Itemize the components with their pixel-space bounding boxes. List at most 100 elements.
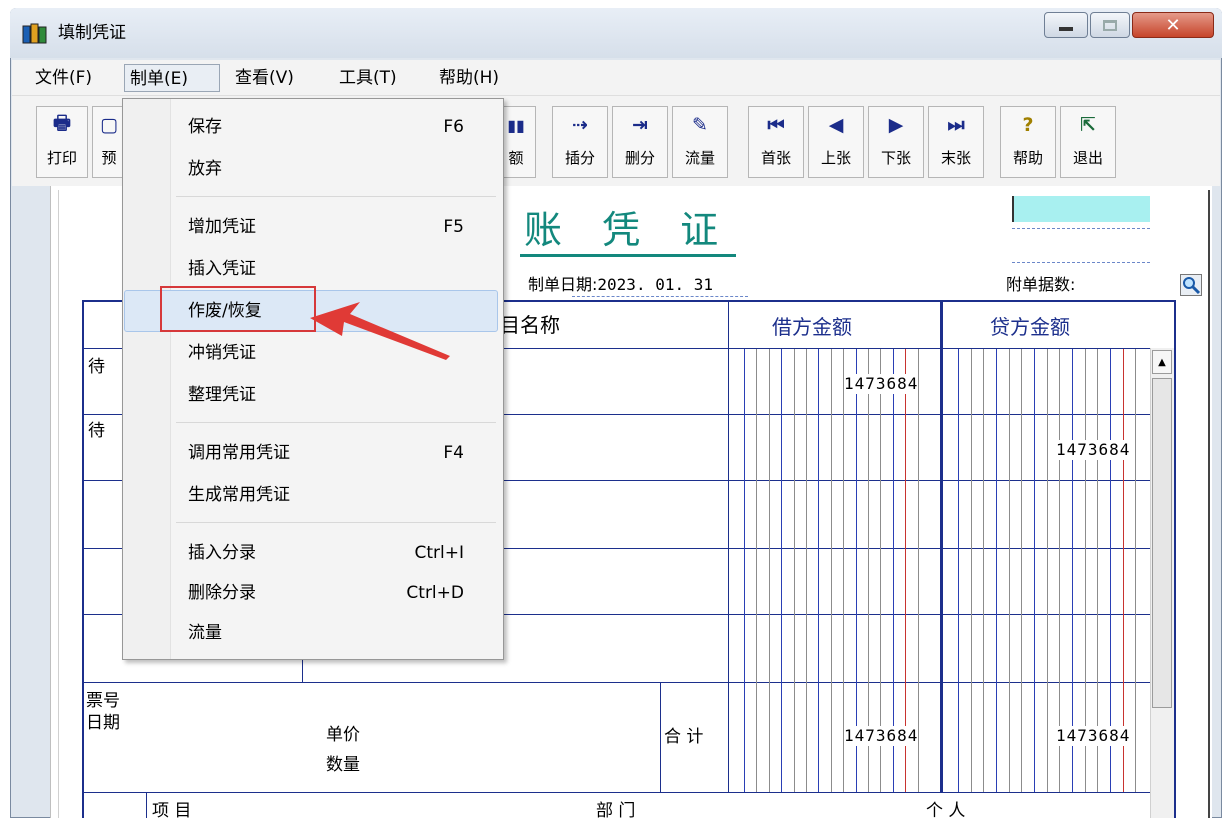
row-summary[interactable]: 待 [88,356,105,378]
help-label: 帮助 [1012,149,1043,167]
cash-flow-icon: ✎ [692,114,708,136]
minimize-button[interactable] [1044,12,1088,38]
menu-item-label: 整理凭证 [188,385,256,405]
total-debit: 1473684 [844,726,919,746]
close-button[interactable]: ✕ [1132,12,1214,38]
title-bar[interactable] [10,8,1222,58]
scroll-up-button[interactable]: ▲ [1152,350,1172,374]
attachments-label: 附单据数: [1006,275,1076,294]
help-icon: ? [1022,114,1034,136]
amount-digit-line [1021,349,1022,792]
print-button[interactable]: 🖶 打印 [36,106,88,178]
ticket-date-label: 日期 [86,713,120,733]
menu-item-call-common-voucher[interactable]: 调用常用凭证 F4 [126,436,498,470]
annotation-arrow-icon [310,302,450,360]
menu-item-label: 放弃 [188,159,222,179]
amount-digit-line [831,349,832,792]
next-voucher-button[interactable]: ▶ 下张 [868,106,924,178]
department-label: 部 门 [596,801,636,821]
last-voucher-button[interactable]: ⏭ 末张 [928,106,984,178]
menu-item-shortcut: Ctrl+D [406,583,464,603]
cash-flow-label: 流量 [684,149,715,167]
row-debit-amount[interactable]: 1473684 [844,374,919,394]
menu-item-arrange-vouchers[interactable]: 整理凭证 [126,378,498,412]
menu-item-cash-flow[interactable]: 流量 [126,616,498,650]
total-label: 合 计 [664,727,704,747]
menu-item-label: 冲销凭证 [188,343,256,363]
menu-item-shortcut: F6 [443,117,464,137]
page-right-edge [1208,190,1212,818]
annotation-highlight-box [160,286,316,332]
menu-item-shortcut: Ctrl+I [414,543,464,563]
menu-help[interactable]: 帮助(H) [434,64,504,92]
amount-label: 额 [508,149,524,167]
quantity-label: 数量 [326,755,360,775]
menu-file[interactable]: 文件(F) [30,64,97,92]
menu-item-generate-common-voucher[interactable]: 生成常用凭证 [126,478,498,512]
first-voucher-button[interactable]: ⏮ 首张 [748,106,804,178]
column-divider [728,300,729,792]
first-icon: ⏮ [767,114,785,136]
menu-item-label: 删除分录 [188,583,256,603]
menu-item-delete-entry[interactable]: 删除分录 Ctrl+D [126,576,498,610]
debit-column-header: 借方金额 [772,315,852,339]
print-label: 打印 [46,149,77,167]
voucher-title: 账 凭 证 [520,206,737,257]
amount-digit-line [756,349,757,792]
row-summary[interactable]: 待 [88,420,105,442]
menu-item-label: 调用常用凭证 [188,443,290,463]
exit-button[interactable]: ⇱ 退出 [1060,106,1116,178]
amount-digit-line [794,349,795,792]
date-label: 制单日期: [528,275,598,294]
amount-digit-line [971,349,972,792]
insert-entry-label: 插分 [564,149,595,167]
menu-view[interactable]: 查看(V) [230,64,299,92]
page-margin-line [58,190,59,818]
minimize-icon [1059,27,1073,31]
magnifier-icon[interactable] [1180,274,1202,296]
row-credit-amount[interactable]: 1473684 [1056,440,1131,460]
help-button[interactable]: ? 帮助 [1000,106,1056,178]
previous-voucher-button[interactable]: ◀ 上张 [808,106,864,178]
preview-icon: ▢ [100,114,118,136]
menu-separator [176,422,496,423]
app-books-icon [22,23,47,44]
table-row-line [84,792,1150,793]
preview-label: 预 [101,149,117,167]
first-label: 首张 [760,149,791,167]
last-icon: ⏭ [947,114,965,136]
menu-item-save[interactable]: 保存 F6 [126,110,498,144]
amount-digit-line [958,349,959,792]
menu-item-insert-voucher[interactable]: 插入凭证 [126,252,498,286]
last-label: 末张 [940,149,971,167]
date-value: 2023. 01. 31 [597,275,713,294]
voucher-number-field[interactable] [1012,196,1150,222]
amount-digit-line [781,349,782,792]
close-icon: ✕ [1165,14,1181,36]
amount-digit-line [769,349,770,792]
menu-item-add-voucher[interactable]: 增加凭证 F5 [126,210,498,244]
menu-item-shortcut: F4 [443,443,464,463]
exit-icon: ⇱ [1080,114,1096,136]
voucher-date[interactable]: 制单日期:2023. 01. 31 [528,274,713,296]
menu-tools[interactable]: 工具(T) [334,64,402,92]
previous-icon: ◀ [828,114,844,136]
menu-item-label: 保存 [188,117,222,137]
amount-digit-line [983,349,984,792]
menu-voucher[interactable]: 制单(E) [124,64,220,92]
exit-label: 退出 [1072,149,1103,167]
column-divider [146,792,147,818]
menu-item-discard[interactable]: 放弃 [126,152,498,186]
scroll-thumb[interactable] [1152,378,1172,708]
preview-button[interactable]: ▢ 预 [92,106,126,178]
printer-icon: 🖶 [53,112,71,134]
delete-entry-button[interactable]: ⇥ 删分 [612,106,668,178]
insert-entry-button[interactable]: ⇢ 插分 [552,106,608,178]
total-credit: 1473684 [1056,726,1131,746]
maximize-button[interactable] [1090,12,1130,38]
cash-flow-button[interactable]: ✎ 流量 [672,106,728,178]
menu-item-insert-entry[interactable]: 插入分录 Ctrl+I [126,536,498,570]
person-label: 个 人 [926,801,966,821]
menu-item-label: 插入分录 [188,543,256,563]
previous-label: 上张 [820,149,851,167]
